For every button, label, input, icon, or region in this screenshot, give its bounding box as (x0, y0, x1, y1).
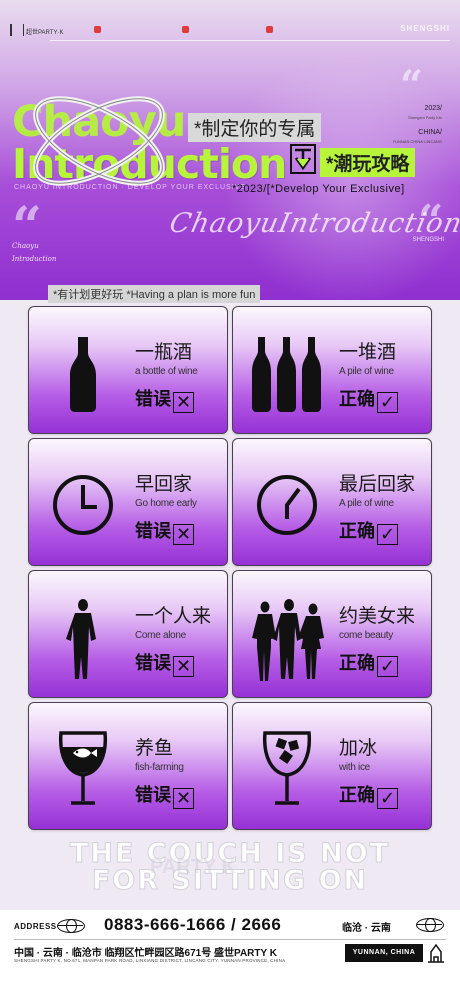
red-badge-icon (182, 26, 189, 33)
card-cn: 加冰 (339, 738, 378, 759)
address-label: ADDRESS (14, 922, 57, 931)
develop-line: *2023/[*Develop Your Exclusive] (232, 183, 405, 195)
building-icon (428, 943, 444, 963)
card-cn: 一瓶酒 (135, 342, 193, 363)
card-cn: 约美女来 (339, 606, 416, 627)
three-bottles-icon (252, 337, 321, 412)
globe-icon (57, 919, 85, 933)
top-chip-1 (94, 26, 103, 33)
meta-small: Shengshi Party Ktv (407, 115, 442, 120)
card-en: a bottle of wine (135, 366, 198, 377)
card-go-home-last: 最后回家 A pile of wine 正确 ✓ (232, 438, 432, 566)
red-badge-icon (94, 26, 101, 33)
check-box-icon: ✓ (377, 524, 398, 545)
card-cn: 一个人来 (135, 606, 212, 627)
hero-sub-line: CHAOYU INTRODUCTION · DEVELOP YOUR EXCLU… (14, 184, 246, 191)
plan-bar: *有计划更好玩 *Having a plan is more fun (48, 285, 261, 303)
top-logo: 超世PARTY·K (10, 24, 63, 36)
check-box-icon: ✓ (377, 788, 398, 809)
cross-box-icon: ✕ (173, 656, 194, 677)
card-cn: 养鱼 (135, 738, 174, 759)
card-cn: 最后回家 (339, 474, 416, 495)
check-box-icon: ✓ (377, 392, 398, 413)
address-cn: 中国 · 云南 · 临沧市 临翔区忙畔园区路671号 盛世PARTY K (14, 948, 277, 959)
wine-glass-fish-icon (58, 731, 108, 805)
clock-late-icon (257, 475, 317, 535)
wine-glass-ice-icon (262, 731, 312, 805)
watermark-mid: PARTY K (150, 856, 236, 878)
cross-box-icon: ✕ (173, 788, 194, 809)
card-verdict: 正确 ✓ (339, 385, 398, 413)
script-title: ChaoyuIntroduction (166, 208, 460, 239)
meta-country: CHINA/ (418, 129, 442, 136)
hero-section: 超世PARTY·K SHENGSHI “ “ “ Chaoyu Introduc… (0, 0, 460, 300)
card-en: with ice (339, 762, 370, 773)
globe-icon (416, 918, 444, 932)
red-badge-icon (266, 26, 273, 33)
tag-custom: *制定你的专属 (188, 113, 322, 142)
card-en: A pile of wine (339, 366, 394, 377)
card-verdict: 错误 ✕ (135, 649, 194, 677)
group-people-icon (252, 599, 324, 681)
city-label: 临沧 · 云南 (342, 923, 391, 934)
card-verdict: 错误 ✕ (135, 781, 194, 809)
cross-box-icon: ✕ (173, 524, 194, 545)
phone-number[interactable]: 0883-666-1666 / 2666 (104, 915, 281, 935)
poster: 超世PARTY·K SHENGSHI “ “ “ Chaoyu Introduc… (0, 0, 460, 995)
footer: ADDRESS 0883-666-1666 / 2666 临沧 · 云南 中国 … (0, 910, 460, 995)
card-pile-of-wine: 一堆酒 A pile of wine 正确 ✓ (232, 306, 432, 434)
top-bar: 超世PARTY·K SHENGSHI (10, 22, 450, 42)
card-fish-farming: 养鱼 fish-farming 错误 ✕ (28, 702, 228, 830)
top-right-text: SHENGSHI (400, 24, 450, 33)
meta-year: 2023/ (424, 105, 442, 112)
clock-early-icon (53, 475, 113, 535)
address-en: SHENGSHI PARTY K, NO.671, MANPAN PARK RO… (14, 958, 286, 963)
card-go-home-early: 早回家 Go home early 错误 ✕ (28, 438, 228, 566)
card-verdict: 错误 ✕ (135, 517, 194, 545)
meta-country-sub: YUNNAN CHINA·LINCANG (392, 139, 442, 144)
script-tiny: SHENGSHI (412, 237, 444, 243)
quote-mark-icon: “ (400, 62, 424, 109)
card-cn: 早回家 (135, 474, 193, 495)
card-come-alone: 一个人来 Come alone 错误 ✕ (28, 570, 228, 698)
card-verdict: 正确 ✓ (339, 517, 398, 545)
top-divider (50, 40, 450, 41)
card-verdict: 错误 ✕ (135, 385, 194, 413)
card-verdict: 正确 ✓ (339, 649, 398, 677)
card-with-ice: 加冰 with ice 正确 ✓ (232, 702, 432, 830)
card-en: fish-farming (135, 762, 184, 773)
building-icon (10, 24, 24, 36)
card-bottle-of-wine: 一瓶酒 a bottle of wine 错误 ✕ (28, 306, 228, 434)
check-box-icon: ✓ (377, 656, 398, 677)
card-cn: 一堆酒 (339, 342, 397, 363)
card-en: A pile of wine (339, 498, 394, 509)
card-en: Go home early (135, 498, 197, 509)
tag-strategy: *潮玩攻略 (320, 148, 416, 177)
footer-divider (14, 939, 446, 940)
down-arrow-icon (290, 144, 316, 174)
card-verdict: 正确 ✓ (339, 781, 398, 809)
side-meta: 2023/ Shengshi Party Ktv CHINA/ YUNNAN C… (392, 104, 442, 146)
top-chip-2 (182, 26, 191, 33)
card-come-beauty: 约美女来 come beauty 正确 ✓ (232, 570, 432, 698)
cross-box-icon: ✕ (173, 392, 194, 413)
card-en: Come alone (135, 630, 186, 641)
single-person-icon (66, 599, 96, 679)
script-small: Chaoyu Introduction (12, 242, 57, 263)
card-en: come beauty (339, 630, 393, 641)
location-tag: YUNNAN, CHINA (345, 944, 423, 962)
top-logo-text: 超世PARTY·K (26, 30, 64, 36)
wine-bottle-icon (70, 337, 96, 412)
top-chip-3 (266, 26, 275, 33)
